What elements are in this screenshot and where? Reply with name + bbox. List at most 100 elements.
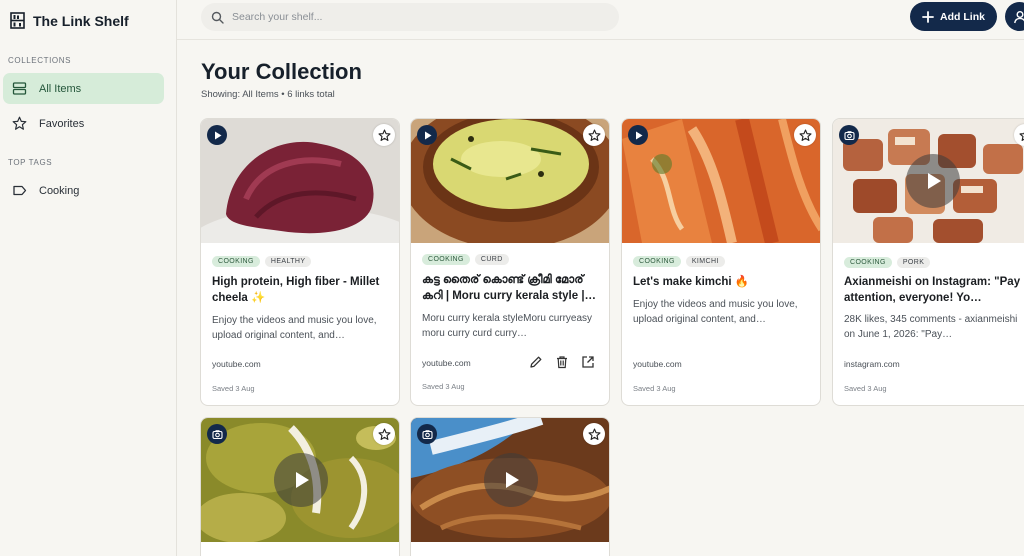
card-description: Enjoy the videos and music you love, upl…: [633, 299, 798, 325]
brand[interactable]: The Link Shelf: [10, 12, 129, 29]
user-menu-button[interactable]: [1005, 2, 1024, 31]
play-overlay[interactable]: [484, 453, 538, 507]
instagram-badge: [417, 424, 437, 444]
top-bar: Add Link: [177, 0, 1024, 40]
star-icon: [587, 427, 601, 440]
tag-chip[interactable]: KIMCHI: [685, 256, 725, 267]
favorite-button[interactable]: [794, 124, 816, 146]
card-thumbnail[interactable]: [622, 119, 820, 243]
play-icon: [296, 472, 309, 488]
open-external-icon[interactable]: [581, 355, 595, 369]
sidebar-item-all-items[interactable]: All Items: [3, 73, 164, 104]
favorite-button[interactable]: [373, 423, 395, 445]
tag-chip[interactable]: COOKING: [422, 254, 470, 265]
play-overlay[interactable]: [906, 154, 960, 208]
instagram-badge: [839, 125, 859, 145]
card-domain: youtube.com: [212, 359, 261, 369]
collections-label: COLLECTIONS: [8, 56, 72, 65]
card-thumbnail[interactable]: [411, 418, 609, 542]
video-badge: [417, 125, 437, 145]
favorite-button[interactable]: [583, 423, 605, 445]
card-description: 28K likes, 345 comments - axianmeishi on…: [844, 314, 1018, 340]
card-saved-date: Saved 3 Aug: [422, 382, 465, 391]
camera-icon: [211, 429, 223, 439]
card-thumbnail[interactable]: [201, 418, 399, 542]
card-tags: COOKING HEALTHY: [212, 256, 312, 267]
card-tags: COOKING PORK: [844, 257, 931, 268]
tag-chip[interactable]: CURD: [474, 254, 509, 265]
page-title: Your Collection: [201, 59, 362, 84]
tag-chip[interactable]: HEALTHY: [264, 256, 312, 267]
sidebar-tag-cooking[interactable]: Cooking: [3, 175, 164, 206]
search-icon: [211, 11, 224, 24]
play-overlay[interactable]: [274, 453, 328, 507]
add-link-button[interactable]: Add Link: [910, 2, 997, 31]
star-icon: [377, 128, 391, 141]
favorite-button[interactable]: [373, 124, 395, 146]
card-title[interactable]: Axianmeishi on Instagram: "Pay attention…: [844, 274, 1024, 306]
play-icon: [928, 173, 941, 189]
edit-icon[interactable]: [529, 355, 543, 369]
card-description: Moru curry kerala styleMoru curryeasy mo…: [422, 313, 593, 339]
play-icon: [424, 131, 431, 139]
card-thumbnail[interactable]: [411, 119, 609, 243]
sidebar-item-label: All Items: [39, 82, 82, 95]
star-icon: [1018, 130, 1024, 141]
card-actions: [529, 355, 595, 369]
card-domain: youtube.com: [633, 359, 682, 369]
sidebar-item-label: Favorites: [39, 117, 85, 130]
card-title[interactable]: കട്ട തൈര് കൊണ്ട് ക്രീമി മോര് കറി | Moru …: [422, 272, 604, 304]
star-icon: [12, 116, 27, 130]
video-badge: [207, 125, 227, 145]
search-bar[interactable]: [201, 3, 619, 31]
card-thumbnail[interactable]: [833, 119, 1024, 243]
tag-chip[interactable]: COOKING: [633, 256, 681, 267]
card-image: [411, 119, 609, 243]
tag-icon: [13, 185, 27, 196]
search-input[interactable]: [232, 11, 592, 23]
link-card[interactable]: COOKING CURD കട്ട തൈര് കൊണ്ട് ക്രീമി മോര…: [410, 118, 610, 406]
list-icon: [12, 82, 27, 95]
link-card[interactable]: COOKING HEALTHY High protein, High fiber…: [200, 118, 400, 406]
sidebar: The Link Shelf COLLECTIONS All Items Fav…: [0, 0, 177, 556]
sidebar-tag-label: Cooking: [39, 184, 80, 197]
tag-chip[interactable]: COOKING: [212, 256, 260, 267]
card-tags: COOKING KIMCHI: [633, 256, 725, 267]
play-icon: [506, 472, 519, 488]
card-tags: COOKING CURD: [422, 254, 509, 265]
user-icon: [1013, 10, 1024, 23]
sidebar-item-favorites[interactable]: Favorites: [3, 108, 164, 139]
link-card[interactable]: COOKING PORK Axianmeishi on Instagram: "…: [832, 118, 1024, 406]
star-icon: [587, 128, 601, 141]
top-tags-label: TOP TAGS: [8, 158, 53, 167]
link-card[interactable]: [200, 417, 400, 556]
card-saved-date: Saved 3 Aug: [633, 384, 676, 393]
delete-icon[interactable]: [555, 355, 569, 369]
star-icon: [798, 128, 812, 141]
tag-chip[interactable]: COOKING: [844, 257, 892, 268]
card-saved-date: Saved 3 Aug: [844, 384, 887, 393]
card-image: [622, 119, 820, 243]
favorite-button[interactable]: [583, 124, 605, 146]
instagram-badge: [207, 424, 227, 444]
video-badge: [628, 125, 648, 145]
link-card[interactable]: COOKING KIMCHI Let's make kimchi 🔥 Enjoy…: [621, 118, 821, 406]
link-card[interactable]: [410, 417, 610, 556]
shelf-logo-icon: [10, 12, 25, 29]
play-icon: [214, 131, 221, 139]
card-title[interactable]: High protein, High fiber - Millet cheela…: [212, 274, 394, 306]
app-title: The Link Shelf: [33, 12, 129, 29]
play-icon: [635, 131, 642, 139]
star-icon: [377, 427, 391, 440]
page-subtitle: Showing: All Items • 6 links total: [201, 89, 335, 100]
card-thumbnail[interactable]: [201, 119, 399, 243]
card-domain: youtube.com: [422, 358, 471, 368]
card-saved-date: Saved 3 Aug: [212, 384, 255, 393]
tag-chip[interactable]: PORK: [896, 257, 931, 268]
camera-icon: [843, 130, 855, 140]
card-title[interactable]: Let's make kimchi 🔥: [633, 274, 815, 290]
card-domain: instagram.com: [844, 359, 900, 369]
camera-icon: [421, 429, 433, 439]
card-description: Enjoy the videos and music you love, upl…: [212, 315, 377, 341]
card-image: [201, 119, 399, 243]
